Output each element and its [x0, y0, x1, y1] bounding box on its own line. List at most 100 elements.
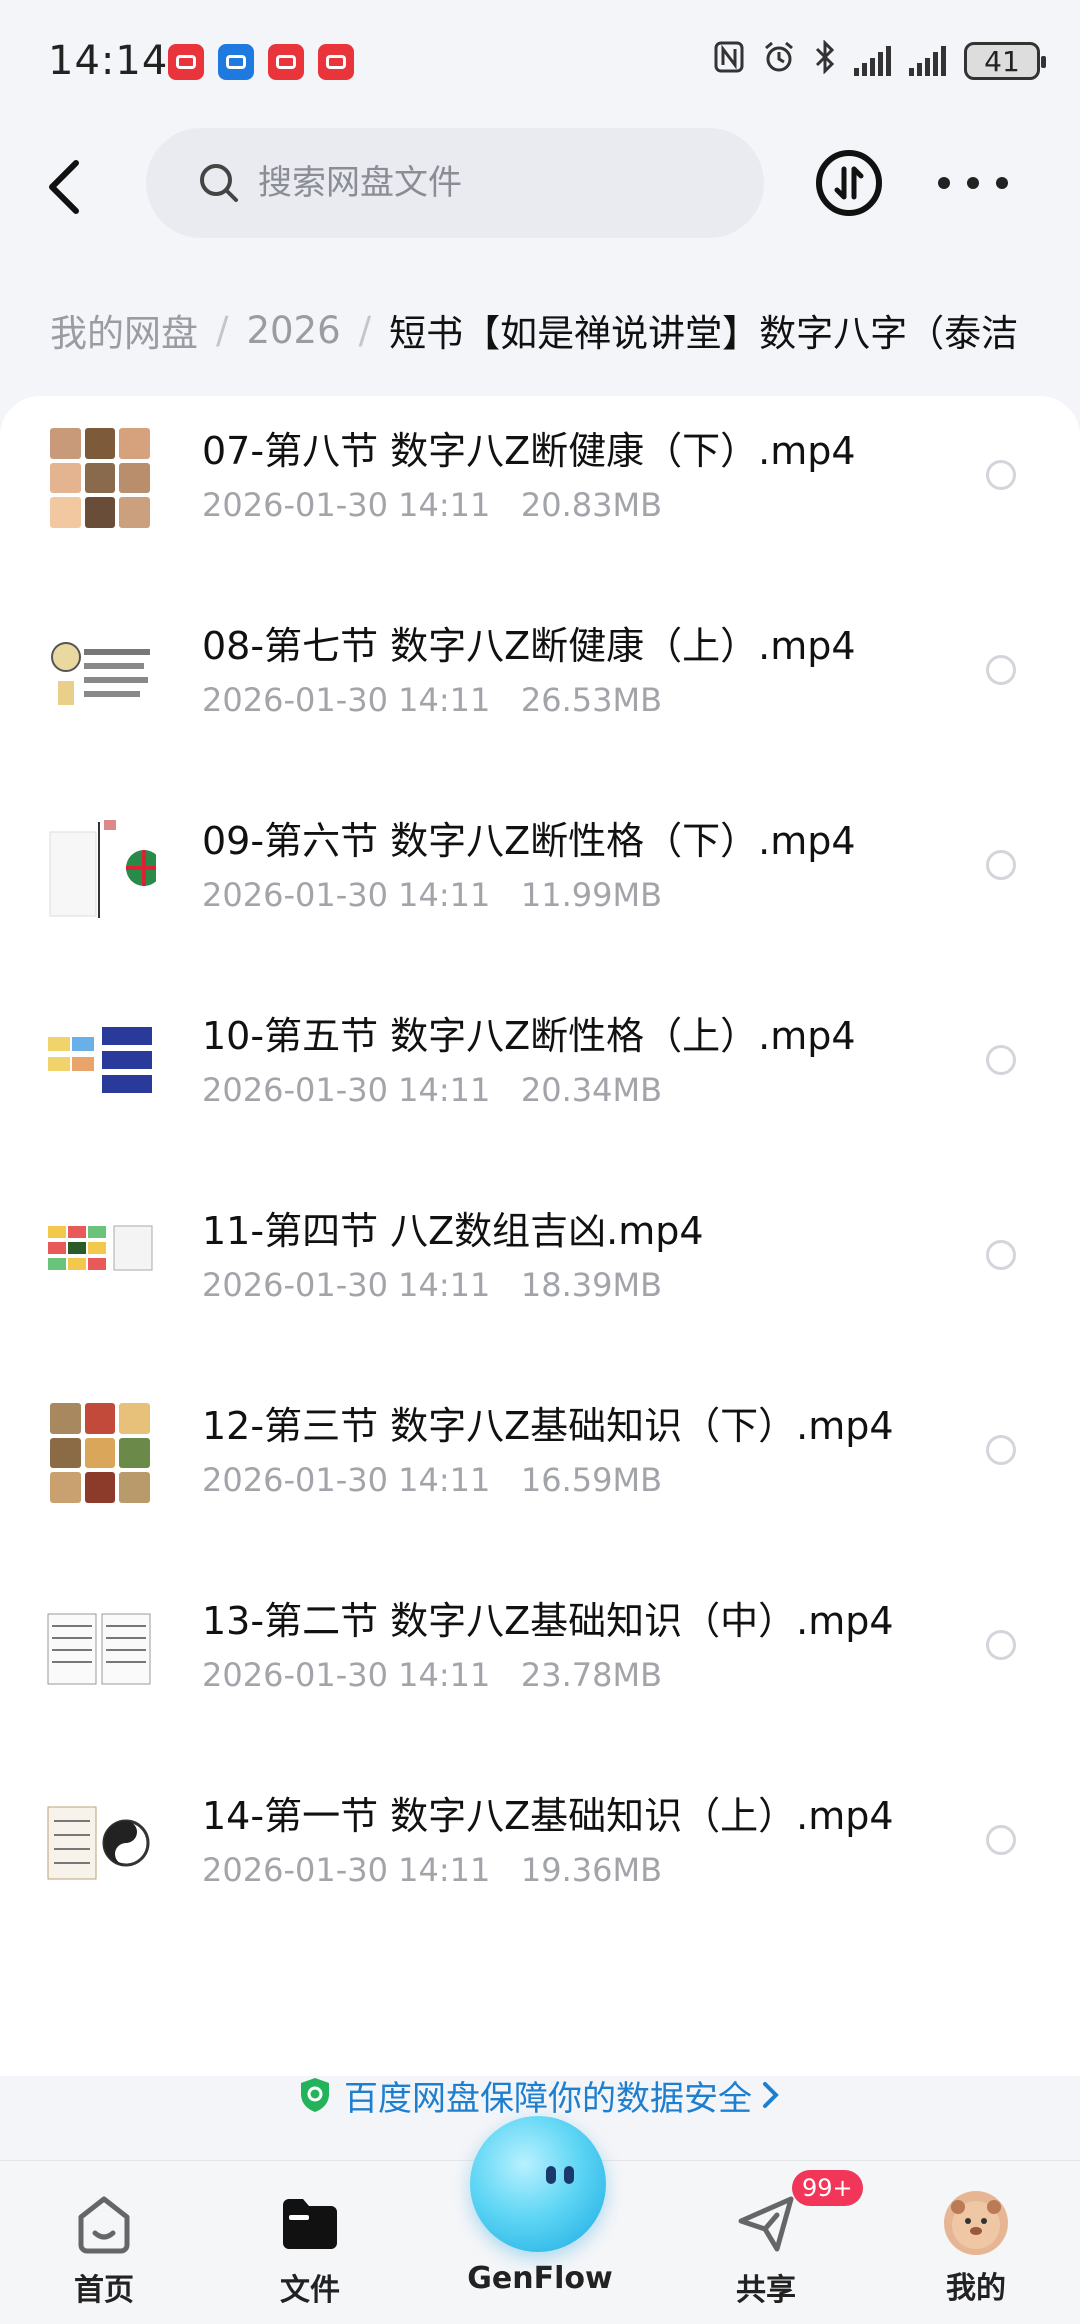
select-checkbox[interactable] — [986, 1825, 1016, 1855]
file-date: 2026-01-30 14:11 — [202, 1851, 491, 1889]
file-name: 11-第四节 八Z数组吉凶.mp4 — [202, 1209, 704, 1253]
bluebird-app-icon — [218, 44, 254, 80]
back-button[interactable] — [36, 152, 92, 222]
battery-level: 41 — [984, 44, 1020, 78]
nfc-icon — [714, 41, 744, 81]
file-size: 19.36MB — [520, 1851, 663, 1889]
file-date: 2026-01-30 14:11 — [202, 486, 491, 524]
file-size: 23.78MB — [520, 1656, 663, 1694]
file-meta: 2026-01-30 14:11 20.83MB — [202, 486, 662, 524]
nav-genflow-label: GenFlow — [467, 2261, 613, 2296]
header-bar — [0, 120, 1080, 250]
more-dot-icon — [938, 177, 950, 189]
file-date: 2026-01-30 14:11 — [202, 1461, 491, 1499]
file-row[interactable]: 11-第四节 八Z数组吉凶.mp4 2026-01-30 14:11 18.39… — [0, 1182, 1080, 1377]
signal-icon — [854, 46, 891, 76]
select-checkbox[interactable] — [986, 1045, 1016, 1075]
breadcrumb-folder-2026[interactable]: 2026 — [246, 309, 340, 352]
signal-icon-2 — [909, 46, 946, 76]
select-checkbox[interactable] — [986, 850, 1016, 880]
video-thumbnail — [44, 1787, 156, 1899]
video-thumbnail — [44, 1592, 156, 1704]
more-dot-icon — [996, 177, 1008, 189]
select-checkbox[interactable] — [986, 655, 1016, 685]
more-dot-icon — [967, 177, 979, 189]
notification-icons — [168, 44, 354, 80]
file-row[interactable]: 10-第五节 数字八Z断性格（上）.mp4 2026-01-30 14:11 2… — [0, 987, 1080, 1182]
video-thumbnail — [44, 1202, 156, 1314]
more-menu-button[interactable] — [938, 160, 1008, 206]
search-input[interactable] — [258, 163, 698, 203]
system-icons: 41 — [714, 39, 1046, 82]
nav-me-label: 我的 — [946, 2271, 1006, 2306]
file-name: 12-第三节 数字八Z基础知识（下）.mp4 — [202, 1404, 894, 1448]
file-size: 20.83MB — [520, 486, 663, 524]
nav-home[interactable]: 首页 — [24, 2191, 184, 2321]
avatar — [944, 2191, 1008, 2255]
file-name: 10-第五节 数字八Z断性格（上）.mp4 — [202, 1014, 856, 1058]
share-badge: 99+ — [792, 2170, 863, 2206]
status-bar: 14:14 41 — [0, 0, 1080, 130]
nav-files[interactable]: 文件 — [230, 2191, 390, 2321]
breadcrumb-current: 短书【如是禅说讲堂】数字八字（泰洁 — [389, 312, 1019, 355]
chevron-left-icon — [49, 160, 79, 214]
file-size: 20.34MB — [520, 1071, 663, 1109]
orb-eye-icon — [564, 2166, 574, 2184]
shield-icon — [301, 2078, 329, 2112]
alarm-icon — [762, 40, 796, 82]
file-name: 14-第一节 数字八Z基础知识（上）.mp4 — [202, 1794, 894, 1838]
file-meta: 2026-01-30 14:11 20.34MB — [202, 1071, 662, 1109]
breadcrumb-separator: / — [216, 308, 229, 352]
status-time: 14:14 — [48, 38, 169, 84]
file-meta: 2026-01-30 14:11 19.36MB — [202, 1851, 662, 1889]
video-thumbnail — [44, 1397, 156, 1509]
search-bar[interactable] — [146, 128, 764, 238]
transfer-icon — [834, 166, 864, 200]
file-meta: 2026-01-30 14:11 16.59MB — [202, 1461, 662, 1499]
select-checkbox[interactable] — [986, 1630, 1016, 1660]
search-icon — [200, 164, 238, 202]
nav-files-label: 文件 — [280, 2273, 340, 2308]
file-meta: 2026-01-30 14:11 18.39MB — [202, 1266, 662, 1304]
file-row[interactable]: 14-第一节 数字八Z基础知识（上）.mp4 2026-01-30 14:11 … — [0, 1767, 1080, 1962]
red-app-icon — [268, 44, 304, 80]
breadcrumb-separator: / — [358, 308, 372, 352]
file-row[interactable]: 09-第六节 数字八Z断性格（下）.mp4 2026-01-30 14:11 1… — [0, 792, 1080, 987]
file-date: 2026-01-30 14:11 — [202, 1266, 491, 1304]
file-name: 08-第七节 数字八Z断健康（上）.mp4 — [202, 624, 856, 668]
video-thumbnail — [44, 1007, 156, 1119]
breadcrumb: 我的网盘 / 2026 / 短书【如是禅说讲堂】数字八字（泰洁 — [50, 300, 1080, 360]
nav-share[interactable]: 共享 — [686, 2191, 846, 2321]
file-name: 07-第八节 数字八Z断健康（下）.mp4 — [202, 429, 856, 473]
select-checkbox[interactable] — [986, 1435, 1016, 1465]
file-date: 2026-01-30 14:11 — [202, 1656, 491, 1694]
file-size: 18.39MB — [520, 1266, 663, 1304]
file-size: 26.53MB — [520, 681, 663, 719]
file-row[interactable]: 07-第八节 数字八Z断健康（下）.mp4 2026-01-30 14:11 2… — [0, 402, 1080, 597]
file-date: 2026-01-30 14:11 — [202, 876, 491, 914]
file-row[interactable]: 12-第三节 数字八Z基础知识（下）.mp4 2026-01-30 14:11 … — [0, 1377, 1080, 1572]
file-name: 13-第二节 数字八Z基础知识（中）.mp4 — [202, 1599, 894, 1643]
file-date: 2026-01-30 14:11 — [202, 1071, 491, 1109]
file-meta: 2026-01-30 14:11 23.78MB — [202, 1656, 662, 1694]
huawei-app-icon — [168, 44, 204, 80]
home-icon — [78, 2196, 130, 2254]
video-thumbnail — [44, 617, 156, 729]
select-checkbox[interactable] — [986, 460, 1016, 490]
folder-icon — [283, 2199, 337, 2249]
red-app-icon-2 — [318, 44, 354, 80]
video-thumbnail — [44, 812, 156, 924]
chevron-right-icon — [763, 2082, 779, 2108]
select-checkbox[interactable] — [986, 1240, 1016, 1270]
file-row[interactable]: 08-第七节 数字八Z断健康（上）.mp4 2026-01-30 14:11 2… — [0, 597, 1080, 792]
file-row[interactable]: 13-第二节 数字八Z基础知识（中）.mp4 2026-01-30 14:11 … — [0, 1572, 1080, 1767]
file-size: 11.99MB — [520, 876, 663, 914]
nav-me[interactable]: 我的 — [896, 2191, 1056, 2321]
battery-icon: 41 — [964, 42, 1046, 80]
security-banner-text: 百度网盘保障你的数据安全 — [344, 2078, 752, 2119]
breadcrumb-root[interactable]: 我的网盘 — [50, 303, 198, 357]
genflow-orb-icon[interactable] — [470, 2116, 606, 2252]
file-meta: 2026-01-30 14:11 11.99MB — [202, 876, 662, 914]
send-icon — [738, 2196, 794, 2252]
transfer-button[interactable] — [816, 150, 882, 216]
